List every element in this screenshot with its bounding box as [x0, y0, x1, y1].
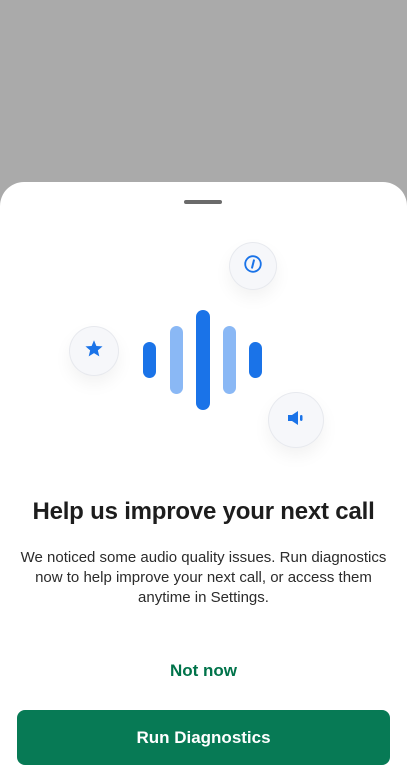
audio-waveform — [143, 310, 262, 410]
speaker-bubble — [269, 393, 323, 447]
star-bubble — [70, 327, 118, 375]
info-bubble — [230, 243, 276, 289]
speaker-icon — [284, 406, 308, 435]
wave-bar — [170, 326, 183, 394]
dialog-message: We noticed some audio quality issues. Ru… — [20, 549, 387, 606]
wave-bar — [223, 326, 236, 394]
info-icon — [242, 253, 264, 280]
bottom-sheet: Help us improve your next call We notice… — [0, 182, 407, 781]
dialog-title: Help us improve your next call — [32, 498, 375, 525]
not-now-button[interactable]: Not now — [120, 656, 287, 686]
run-diagnostics-button[interactable]: Run Diagnostics — [17, 710, 390, 765]
audio-illustration — [0, 182, 407, 502]
wave-bar — [196, 310, 210, 410]
wave-bar — [143, 342, 156, 378]
star-icon — [83, 338, 105, 365]
wave-bar — [249, 342, 262, 378]
